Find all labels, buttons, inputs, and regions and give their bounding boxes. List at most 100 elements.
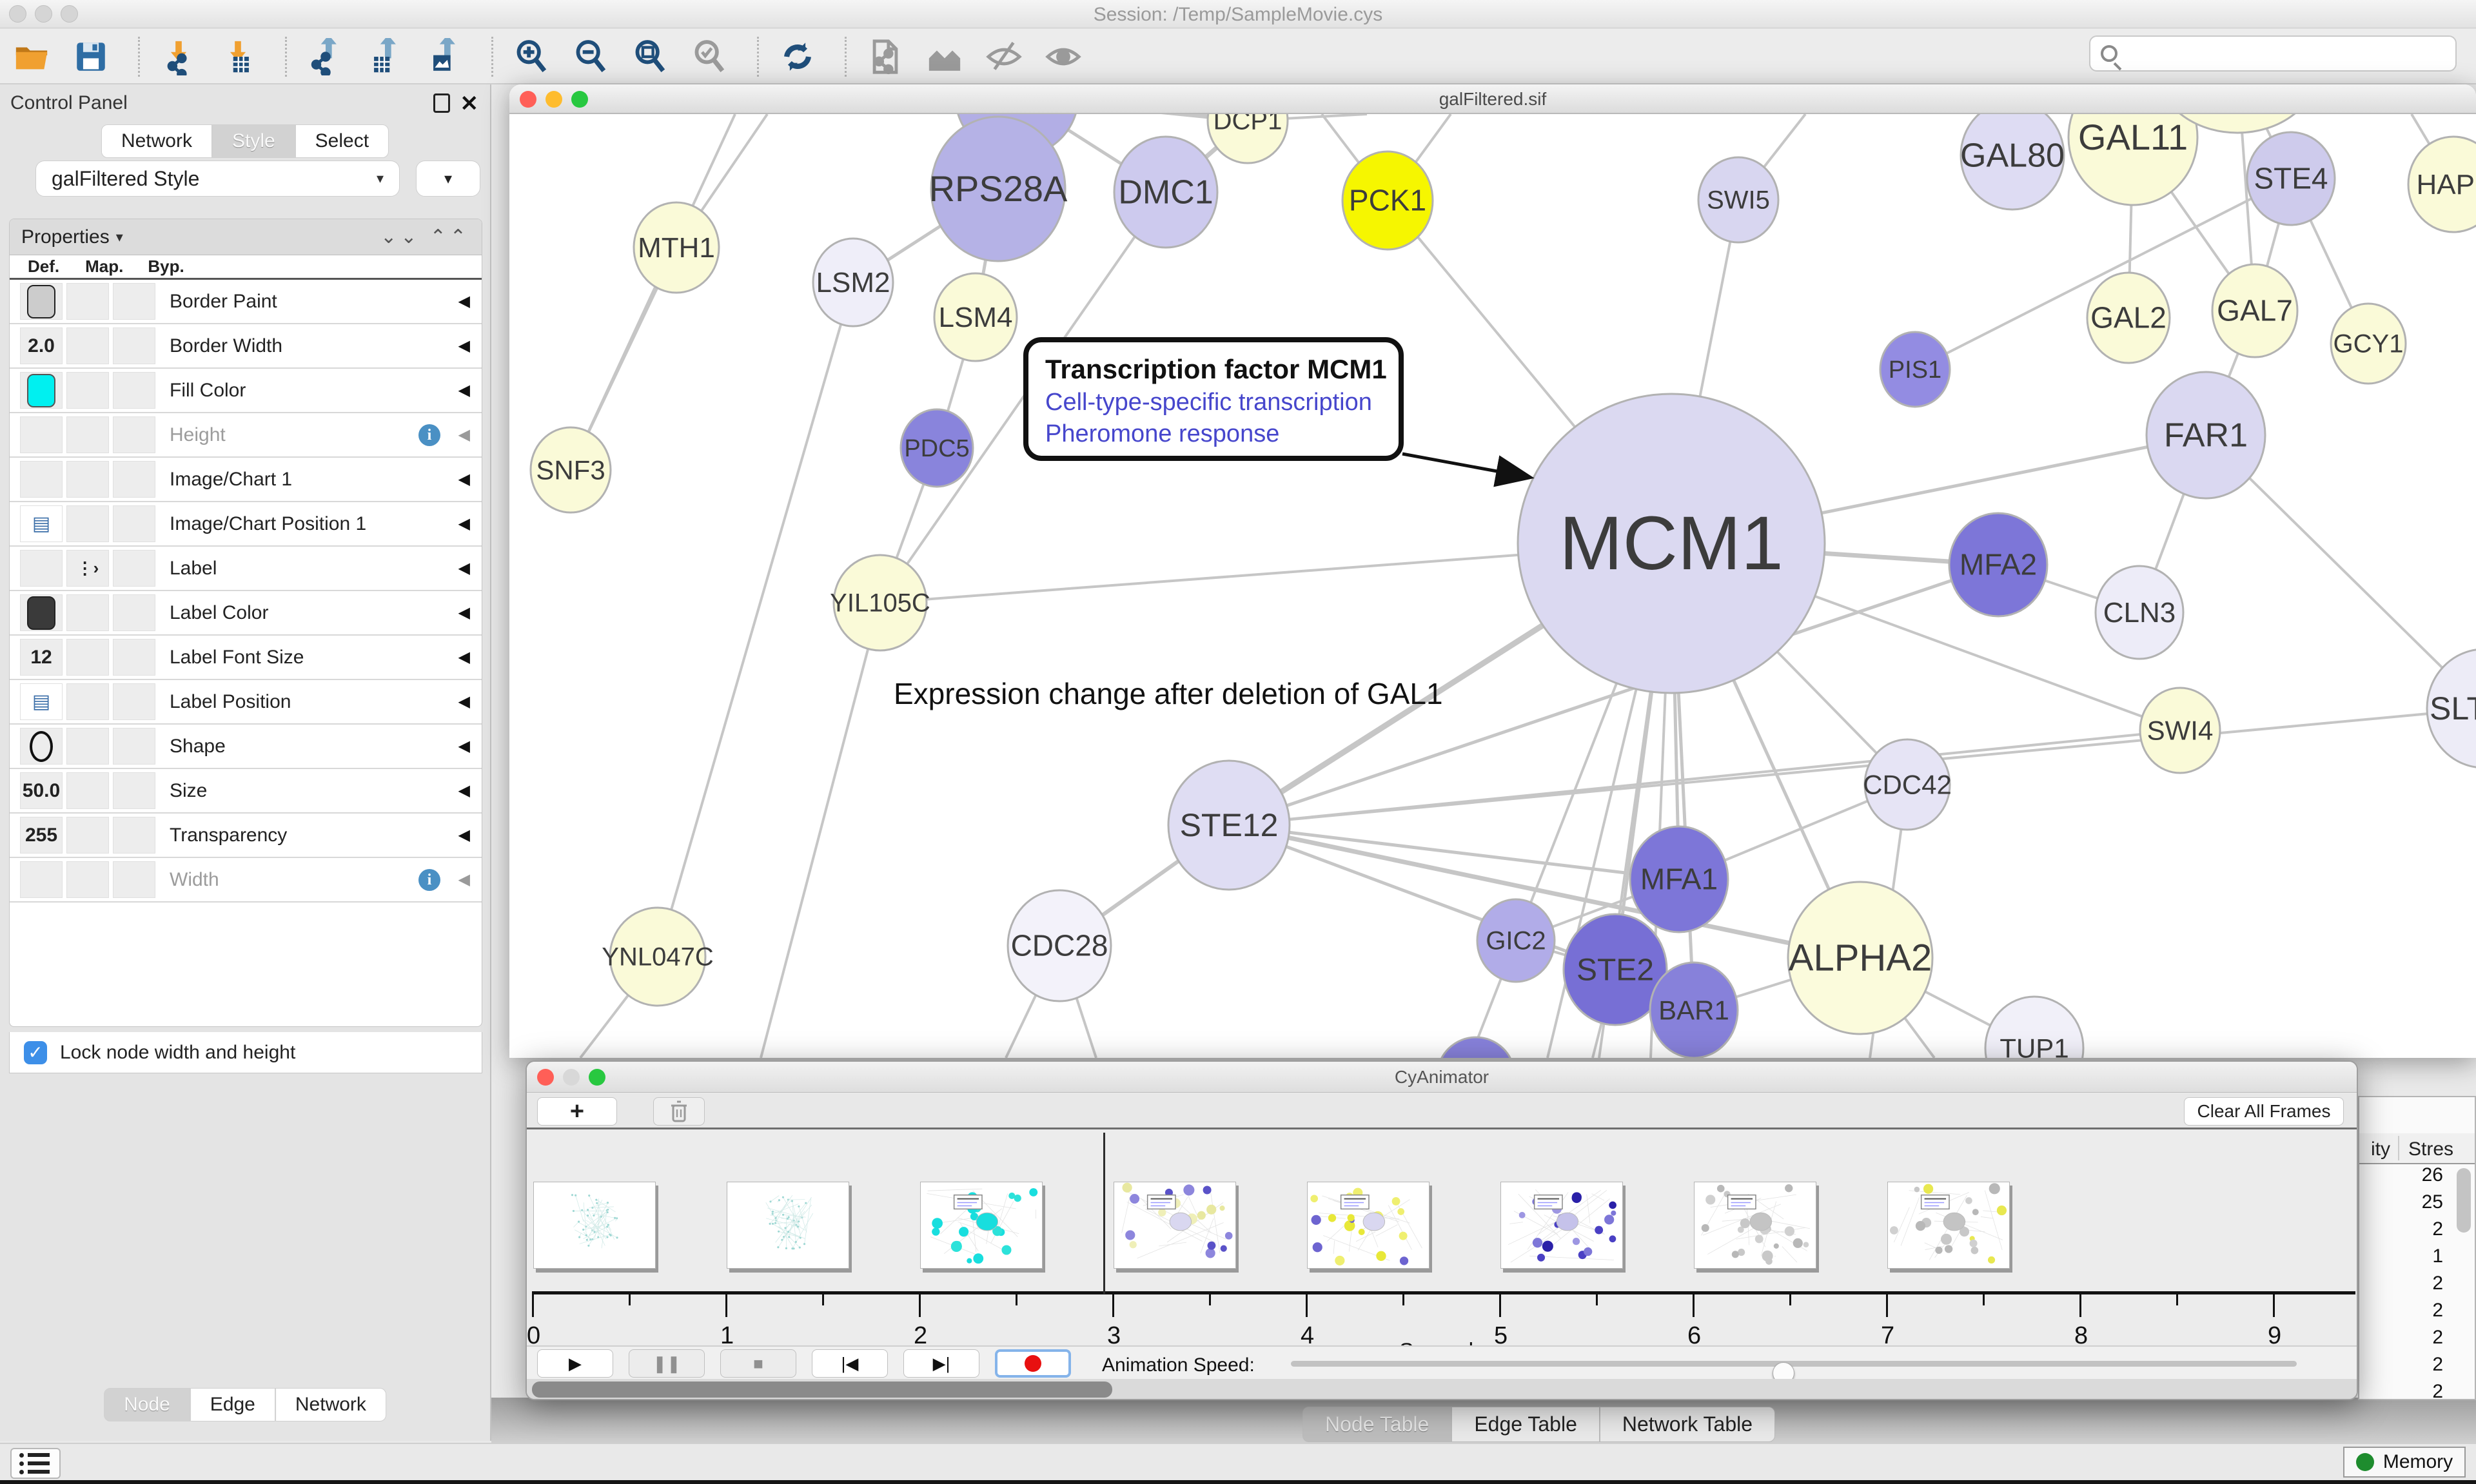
expand-arrow-icon[interactable]: ◀ (458, 826, 470, 845)
frame-thumbnail-4[interactable] (1307, 1182, 1430, 1269)
expand-arrow-icon[interactable]: ◀ (458, 648, 470, 667)
byp-cell[interactable] (113, 639, 155, 676)
property-row[interactable]: ▤Label Position◀ (10, 680, 482, 725)
def-cell[interactable] (20, 283, 63, 320)
network-node-dmc1[interactable]: DMC1 (1114, 137, 1217, 248)
network-node-dcp1[interactable]: DCP1 (1208, 114, 1288, 163)
byp-cell[interactable] (113, 461, 155, 498)
first-neighbors-icon[interactable] (926, 38, 963, 75)
table-row[interactable]: 26 (2359, 1164, 2450, 1191)
network-node-pck1[interactable]: PCK1 (1342, 151, 1433, 249)
expand-arrow-icon[interactable]: ◀ (458, 603, 470, 622)
property-row[interactable]: ▤Image/Chart Position 1◀ (10, 502, 482, 547)
table-column-header[interactable]: ity (2359, 1138, 2390, 1160)
show-all-icon[interactable] (1045, 38, 1082, 75)
style-selector[interactable]: galFiltered Style ▾ (35, 161, 400, 197)
close-panel-icon[interactable]: ✕ (460, 91, 479, 117)
network-node-lsm2[interactable]: LSM2 (813, 239, 893, 326)
network-node-swi5[interactable]: SWI5 (1698, 157, 1778, 242)
save-session-icon[interactable] (72, 38, 110, 75)
network-node-gal80[interactable]: GAL80 (1960, 114, 2065, 210)
frame-thumbnail-1[interactable] (727, 1182, 849, 1269)
def-cell[interactable]: 50.0 (20, 772, 63, 809)
byp-cell[interactable] (113, 772, 155, 809)
map-cell[interactable] (66, 861, 109, 898)
network-node-gic2[interactable]: GIC2 (1477, 899, 1555, 982)
timeline-hscrollbar[interactable] (527, 1379, 2357, 1400)
expand-collapse-icons[interactable]: ⌄⌄ ⌃⌃ (380, 226, 470, 248)
frame-thumbnail-2[interactable] (920, 1182, 1043, 1269)
map-cell[interactable] (66, 639, 109, 676)
tab-network-table[interactable]: Network Table (1600, 1407, 1775, 1442)
property-row[interactable]: Fill Color◀ (10, 369, 482, 413)
def-cell[interactable]: 2.0 (20, 327, 63, 364)
frame-thumbnail-7[interactable] (1887, 1182, 2010, 1269)
def-cell[interactable]: 12 (20, 639, 63, 676)
byp-cell[interactable] (113, 728, 155, 765)
panel-list-button[interactable] (10, 1448, 61, 1479)
skip-to-end-button[interactable]: ▶| (903, 1349, 979, 1378)
expand-arrow-icon[interactable]: ◀ (458, 737, 470, 756)
annotation-box[interactable]: Transcription factor MCM1 Cell-type-spec… (1023, 337, 1404, 461)
network-node-gal2[interactable]: GAL2 (2087, 273, 2170, 363)
network-window-titlebar[interactable]: galFiltered.sif (509, 84, 2476, 114)
properties-header[interactable]: Properties ▾ ⌄⌄ ⌃⌃ (10, 219, 482, 255)
playhead[interactable] (1103, 1133, 1105, 1294)
map-cell[interactable] (66, 728, 109, 765)
map-cell[interactable] (66, 505, 109, 542)
network-node-mcm1[interactable]: MCM1 (1518, 394, 1825, 693)
cyanimator-titlebar[interactable]: CyAnimator (527, 1062, 2357, 1093)
byp-cell[interactable] (113, 416, 155, 453)
network-node-snf3[interactable]: SNF3 (531, 427, 611, 513)
tab-edge-table[interactable]: Edge Table (1451, 1407, 1600, 1442)
zoom-fit-icon[interactable] (632, 38, 669, 75)
map-cell[interactable] (66, 416, 109, 453)
property-row[interactable]: Heighti◀ (10, 413, 482, 458)
property-row[interactable]: Shape◀ (10, 725, 482, 769)
table-column-header[interactable]: Stres (2408, 1138, 2453, 1160)
network-node-ste12[interactable]: STE12 (1168, 761, 1290, 890)
network-node-pdc5[interactable]: PDC5 (901, 409, 973, 487)
pause-button[interactable]: ❚❚ (629, 1349, 705, 1378)
network-node-alpha2[interactable]: ALPHA2 (1788, 882, 1932, 1034)
style-options-button[interactable]: ▾ (416, 161, 480, 197)
delete-frame-button[interactable] (653, 1097, 705, 1126)
float-panel-icon[interactable] (433, 93, 450, 113)
property-row[interactable]: Image/Chart 1◀ (10, 458, 482, 502)
tab-edge[interactable]: Edge (190, 1388, 275, 1421)
import-network-icon[interactable] (160, 38, 197, 75)
network-node-cdc42[interactable]: CDC42 (1863, 739, 1952, 830)
tab-network[interactable]: Network (101, 124, 212, 158)
byp-cell[interactable] (113, 372, 155, 409)
stop-button[interactable]: ■ (720, 1349, 796, 1378)
open-session-icon[interactable] (13, 38, 50, 75)
memory-button[interactable]: Memory (2343, 1447, 2466, 1478)
network-node-sliver[interactable] (1437, 1037, 1515, 1058)
table-row[interactable]: 25 (2359, 1191, 2450, 1218)
play-button[interactable]: ▶ (537, 1349, 613, 1378)
network-node-tup1[interactable]: TUP1 (1985, 997, 2083, 1058)
property-row[interactable]: 50.0Size◀ (10, 769, 482, 814)
table-row[interactable]: 2 (2359, 1218, 2450, 1245)
network-node-bar1[interactable]: BAR1 (1650, 962, 1738, 1058)
network-node-rps28a[interactable]: RPS28A (929, 117, 1068, 261)
search-field[interactable] (2089, 35, 2457, 72)
network-node-ynl047c[interactable]: YNL047C (602, 908, 713, 1006)
network-node-cln3[interactable]: CLN3 (2096, 566, 2183, 659)
export-table-icon[interactable] (366, 38, 404, 75)
network-node-gal11[interactable]: GAL11 (2068, 114, 2197, 205)
skip-to-start-button[interactable]: |◀ (812, 1349, 888, 1378)
expand-arrow-icon[interactable]: ◀ (458, 337, 470, 355)
network-node-pis1[interactable]: PIS1 (1880, 332, 1950, 407)
import-table-icon[interactable] (219, 38, 257, 75)
table-row[interactable]: 2 (2359, 1381, 2450, 1408)
byp-cell[interactable] (113, 505, 155, 542)
network-node-mfa1[interactable]: MFA1 (1630, 826, 1728, 932)
byp-cell[interactable] (113, 817, 155, 854)
hide-selected-icon[interactable] (985, 38, 1023, 75)
expand-arrow-icon[interactable]: ◀ (458, 870, 470, 889)
byp-cell[interactable] (113, 683, 155, 720)
zoom-out-icon[interactable] (573, 38, 610, 75)
network-node-ste4[interactable]: STE4 (2247, 132, 2335, 225)
network-node-cdc28[interactable]: CDC28 (1008, 890, 1111, 1001)
